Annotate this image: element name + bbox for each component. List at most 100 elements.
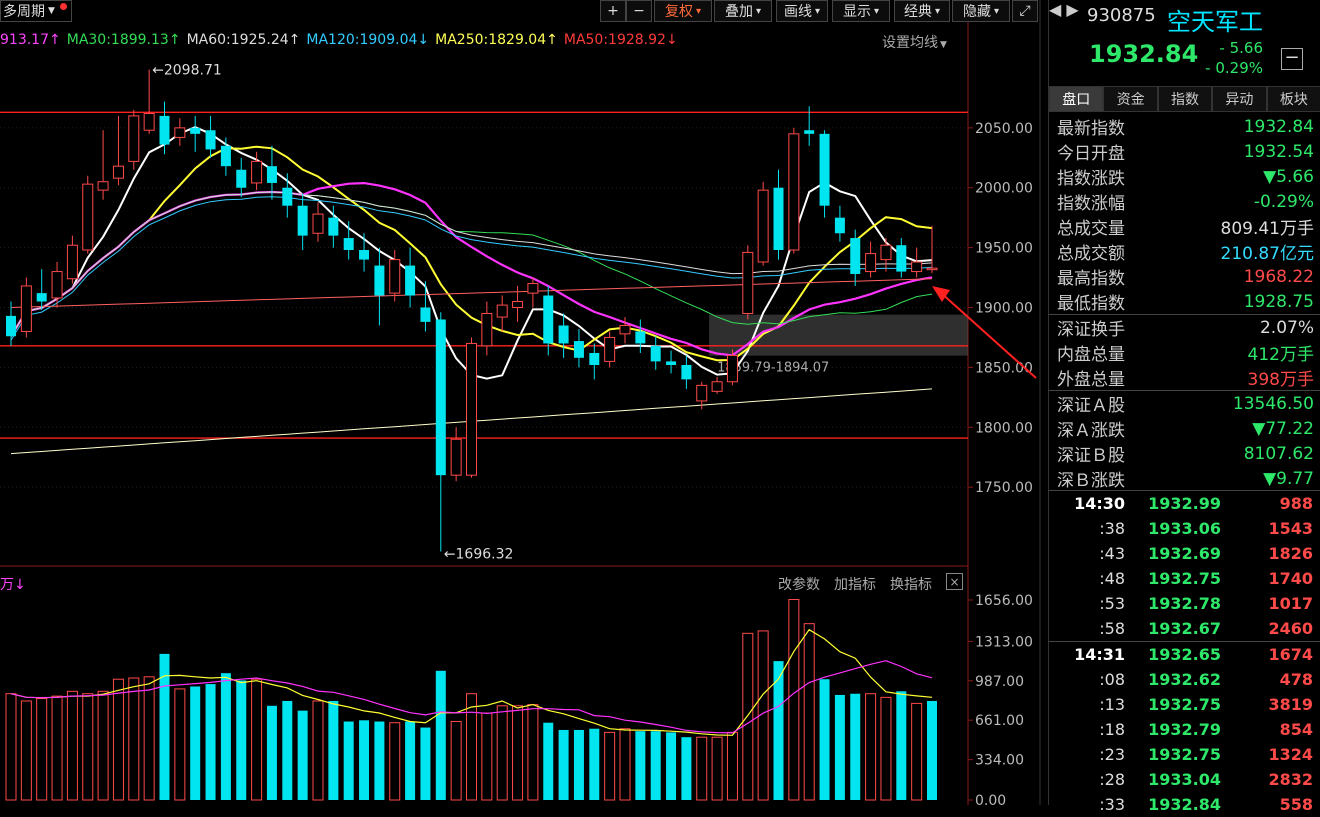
expand-icon[interactable]: ⤢ — [1012, 0, 1038, 22]
candle-body — [834, 217, 845, 234]
quote-info-row: 最新指数 1932.84 — [1049, 114, 1320, 140]
volume-bar — [251, 678, 263, 801]
add-indicator-button[interactable]: 加指标 — [834, 574, 876, 594]
candle-body — [174, 127, 186, 138]
set-ma-button[interactable]: 设置均线 ▼ — [882, 32, 947, 52]
chevron-down-icon: ▾ — [873, 5, 880, 17]
toolbar-button-4[interactable]: 画线 ▾ — [776, 0, 828, 22]
high-annotation: ←2098.71 — [152, 63, 222, 79]
collapse-button[interactable]: − — [1281, 48, 1303, 70]
volume-bar — [666, 732, 677, 800]
quote-tab-3[interactable]: 异动 — [1212, 86, 1267, 112]
candle-body — [804, 130, 815, 134]
volume-bar — [850, 693, 861, 800]
info-value: 412万手 — [1247, 345, 1314, 365]
volume-bar — [97, 690, 109, 801]
candle-body — [6, 315, 16, 337]
tick-row[interactable]: 14:30 1932.99 988 — [1049, 490, 1320, 516]
volume-bar — [143, 676, 155, 801]
chevron-down-icon: ▾ — [934, 5, 941, 17]
candlestick-chart[interactable]: 1750.001800.001850.001900.001950.002000.… — [0, 0, 1048, 805]
volume-bar — [711, 736, 723, 801]
tick-time: :38 — [1099, 519, 1125, 538]
toolbar-button-7[interactable]: 隐藏 ▾ — [952, 0, 1010, 22]
tick-row[interactable]: :38 1933.06 1543 — [1049, 516, 1320, 541]
volume-tick-label: 1313.00 — [975, 634, 1033, 650]
quote-info-row: 深证换手 2.07% — [1049, 314, 1320, 340]
volume-bar — [20, 700, 32, 801]
quote-info-row: 内盘总量 412万手 — [1049, 340, 1320, 365]
chart-area[interactable]: 1750.00 1800.00 1850.00 1900.00 1950.00 2000.… — [0, 0, 1048, 805]
price-tick-label: 1750.00 — [975, 480, 1033, 496]
volume-bar — [190, 686, 201, 800]
close-icon[interactable]: × — [946, 573, 963, 590]
info-label: 深Ａ涨跌 — [1057, 421, 1125, 441]
info-value: ▼5.66 — [1263, 166, 1314, 187]
quote-tab-4[interactable]: 板块 — [1266, 86, 1320, 112]
switch-indicator-button[interactable]: 换指标 — [890, 574, 932, 594]
volume-bar — [266, 705, 277, 800]
period-selector[interactable]: 多周期 ▼ — [0, 0, 72, 22]
quote-info: 最新指数 1932.84 今日开盘 1932.54 指数涨跌 ▼5.66 指数涨幅 -0.29… — [1049, 114, 1320, 491]
next-arrow-icon[interactable]: ▶ — [1066, 0, 1078, 19]
volume-bar — [788, 599, 800, 801]
candle-body — [389, 259, 401, 294]
volume-bar — [405, 721, 416, 800]
toolbar-button-2[interactable]: 复权 ▾ — [654, 0, 712, 22]
tick-row[interactable]: :13 1932.75 3819 — [1049, 692, 1320, 717]
price-tick-label: 2000.00 — [975, 181, 1033, 197]
volume-bar — [174, 688, 186, 801]
quote-info-row: 总成交量 809.41万手 — [1049, 214, 1320, 239]
tick-row[interactable]: 14:31 1932.65 1674 — [1049, 641, 1320, 667]
volume-bar — [389, 722, 401, 801]
volume-bar — [911, 702, 923, 801]
tick-list[interactable]: 14:30 1932.99 988:38 1933.06 1543:43 1932.69 1… — [1049, 490, 1320, 817]
volume-unit-label: 万↓ — [0, 577, 26, 593]
quote-tab-1[interactable]: 资金 — [1103, 86, 1158, 112]
tick-volume: 1674 — [1268, 645, 1313, 664]
info-value: 398万手 — [1247, 370, 1314, 390]
candle-body — [205, 130, 216, 150]
prev-arrow-icon[interactable]: ◀ — [1049, 0, 1061, 19]
tick-row[interactable]: :18 1932.79 854 — [1049, 717, 1320, 742]
price-tick-label: 1950.00 — [975, 241, 1033, 257]
volume-bar — [604, 731, 616, 801]
tick-row[interactable]: :43 1932.69 1826 — [1049, 541, 1320, 566]
candle-body — [236, 169, 247, 188]
candle-body — [589, 353, 600, 365]
tick-volume: 2832 — [1268, 770, 1313, 789]
edit-params-button[interactable]: 改参数 — [778, 574, 820, 594]
toolbar-button-1[interactable]: − — [626, 0, 652, 22]
volume-bar — [527, 704, 539, 801]
volume-bar — [865, 693, 877, 801]
ma50-line — [10, 278, 933, 308]
tick-row[interactable]: :23 1932.75 1324 — [1049, 742, 1320, 767]
quote-info-row: 深证Ｂ股 8107.62 — [1049, 441, 1320, 467]
tick-row[interactable]: :08 1932.62 478 — [1049, 667, 1320, 692]
info-value: 1968.22 — [1243, 266, 1314, 287]
quote-info-row: 总成交额 210.87亿元 — [1049, 239, 1320, 264]
tick-price: 1932.75 — [1148, 695, 1221, 714]
tick-row[interactable]: :53 1932.78 1017 — [1049, 591, 1320, 616]
tick-time: :53 — [1099, 594, 1125, 613]
toolbar-button-5[interactable]: 显示 ▾ — [832, 0, 890, 22]
tick-row[interactable]: :48 1932.75 1740 — [1049, 566, 1320, 591]
ma-legend-item: MA120:1909.04↓ — [306, 32, 430, 48]
tick-volume: 854 — [1279, 720, 1313, 739]
tick-row[interactable]: :58 1932.67 2460 — [1049, 616, 1320, 641]
volume-bar — [496, 705, 508, 801]
toolbar-button-0[interactable]: + — [600, 0, 626, 22]
tick-time: :58 — [1099, 619, 1125, 638]
volume-bar — [819, 679, 830, 800]
toolbar-button-3[interactable]: 叠加 ▾ — [714, 0, 772, 22]
candle-body — [850, 238, 861, 274]
quote-tab-2[interactable]: 指数 — [1157, 86, 1213, 112]
volume-bar — [481, 712, 493, 801]
tick-row[interactable]: :28 1933.04 2832 — [1049, 767, 1320, 792]
candle-body — [880, 244, 892, 261]
toolbar-button-6[interactable]: 经典 ▾ — [894, 0, 950, 22]
quote-info-row: 最低指数 1928.75 — [1049, 289, 1320, 315]
volume-bar — [66, 690, 78, 801]
quote-tab-0[interactable]: 盘口 — [1049, 86, 1104, 112]
tick-volume: 1826 — [1268, 544, 1313, 563]
